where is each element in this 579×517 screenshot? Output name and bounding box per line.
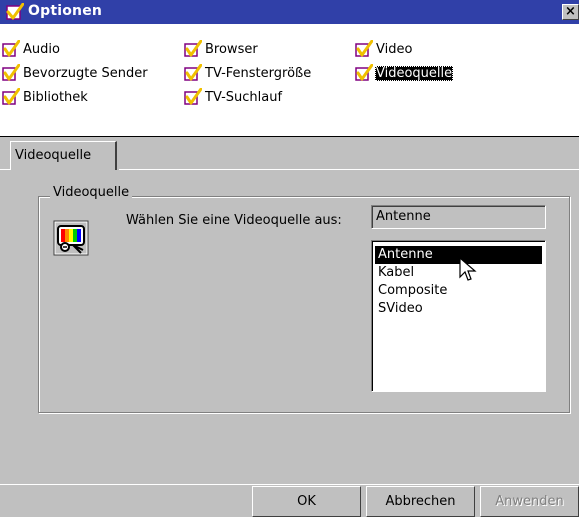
- checkbox-check-icon: [184, 40, 202, 57]
- category-item-browser[interactable]: Browser: [184, 39, 259, 59]
- apply-button[interactable]: Anwenden: [480, 486, 579, 517]
- window-title: Optionen: [28, 3, 103, 19]
- category-item-audio[interactable]: Audio: [2, 39, 61, 59]
- title-bar[interactable]: Optionen ×: [0, 0, 579, 24]
- category-item-video[interactable]: Video: [355, 39, 413, 59]
- category-label: Audio: [23, 41, 60, 57]
- group-label: Videoquelle: [50, 185, 133, 200]
- close-icon: ×: [565, 4, 576, 19]
- current-source-field: Antenne: [371, 205, 546, 229]
- button-bar-divider: [0, 484, 579, 485]
- options-dialog: Optionen × Audio Bevorzugte Sender Bibli…: [0, 0, 579, 517]
- category-label: TV-Suchlauf: [205, 89, 283, 105]
- cancel-label: Abbrechen: [385, 494, 456, 509]
- category-item-bibliothek[interactable]: Bibliothek: [2, 87, 89, 107]
- apply-label: Anwenden: [495, 494, 564, 509]
- category-label: Bevorzugte Sender: [23, 65, 148, 81]
- tab-divider: [119, 169, 579, 170]
- category-label: Browser: [205, 41, 258, 57]
- category-item-videoquelle[interactable]: Videoquelle: [355, 63, 454, 83]
- category-panel: Audio Bevorzugte Sender Bibliothek Brows…: [0, 24, 579, 137]
- tab-label: Videoquelle: [15, 148, 92, 163]
- category-item-tv-fenstergroesse[interactable]: TV-Fenstergröße: [184, 63, 312, 83]
- ok-label: OK: [297, 494, 316, 509]
- category-label: TV-Fenstergröße: [205, 65, 312, 81]
- cancel-button[interactable]: Abbrechen: [366, 486, 475, 517]
- tv-icon: [53, 220, 89, 256]
- category-label: Videoquelle: [375, 65, 454, 81]
- close-button[interactable]: ×: [562, 4, 579, 20]
- tab-divider: [0, 169, 10, 170]
- tab-strip: Videoquelle: [0, 136, 579, 170]
- checkbox-check-icon: [184, 64, 202, 81]
- videoquelle-prompt: Wählen Sie eine Videoquelle aus:: [126, 213, 342, 228]
- mouse-pointer-icon: [459, 257, 477, 281]
- category-label: Video: [376, 41, 413, 57]
- checkbox-check-icon: [184, 88, 202, 105]
- category-label: Bibliothek: [23, 89, 88, 105]
- checkbox-check-icon: [355, 40, 373, 57]
- checkbox-check-icon: [2, 88, 20, 105]
- tab-videoquelle[interactable]: Videoquelle: [10, 141, 117, 170]
- ok-button[interactable]: OK: [252, 486, 361, 517]
- checkbox-check-icon: [2, 64, 20, 81]
- category-item-tv-suchlauf[interactable]: TV-Suchlauf: [184, 87, 283, 107]
- checkbox-check-icon: [2, 40, 20, 57]
- list-item[interactable]: SVideo: [375, 300, 542, 318]
- check-icon: [6, 3, 24, 20]
- current-source-value: Antenne: [376, 209, 431, 224]
- category-item-bevorzugte-sender[interactable]: Bevorzugte Sender: [2, 63, 149, 83]
- checkbox-check-icon: [355, 64, 373, 81]
